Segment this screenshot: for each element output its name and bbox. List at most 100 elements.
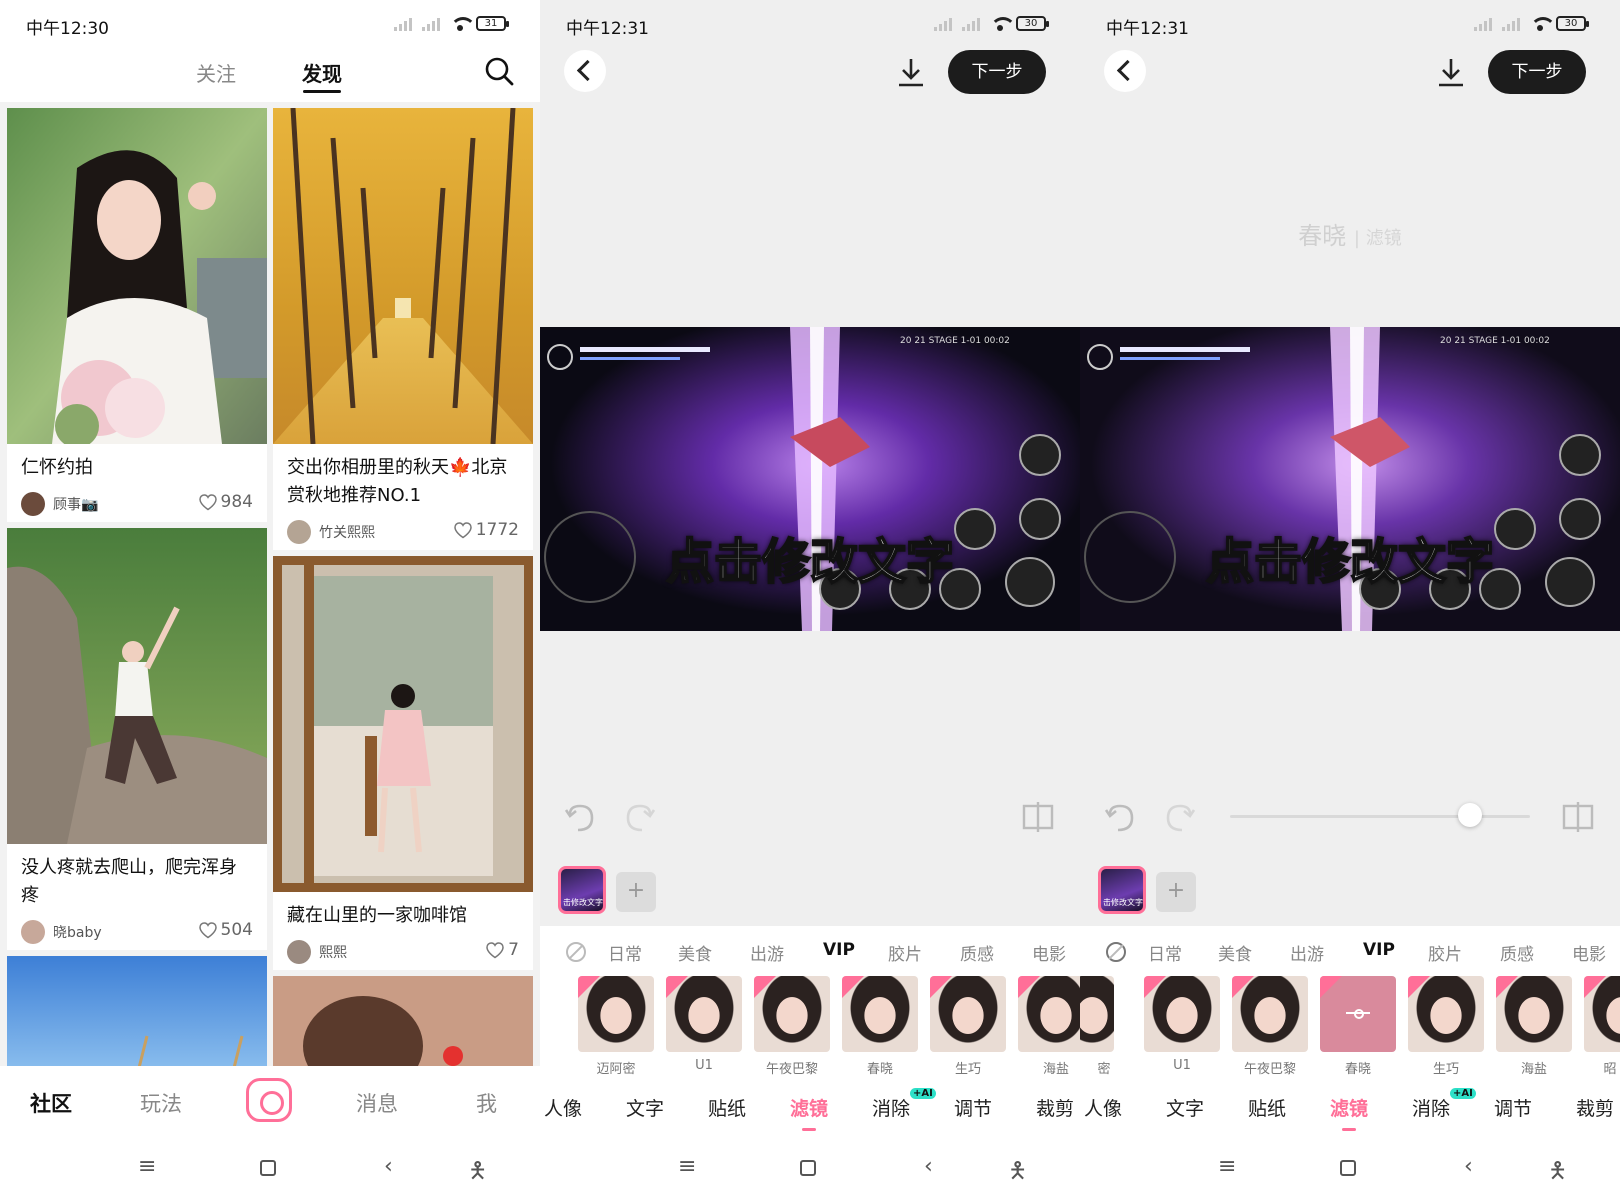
- video-caption[interactable]: 点击修改文字: [540, 522, 1080, 592]
- heart-icon[interactable]: [486, 941, 504, 959]
- category-food[interactable]: 美食: [678, 940, 712, 965]
- camera-icon[interactable]: [246, 1078, 292, 1122]
- menu-icon[interactable]: ≡: [138, 1154, 156, 1179]
- back-icon[interactable]: ‹: [384, 1154, 393, 1179]
- nav-me[interactable]: 我: [476, 1088, 497, 1118]
- category-movie[interactable]: 电影: [1572, 940, 1606, 965]
- filter-thumb[interactable]: [1232, 976, 1308, 1052]
- nav-messages[interactable]: 消息: [356, 1088, 398, 1118]
- category-movie[interactable]: 电影: [1032, 940, 1066, 965]
- like-count[interactable]: 984: [198, 492, 253, 512]
- accessibility-icon[interactable]: 🯅: [1008, 1154, 1027, 1192]
- menu-icon[interactable]: ≡: [678, 1154, 696, 1179]
- category-daily[interactable]: 日常: [1148, 940, 1182, 965]
- accessibility-icon[interactable]: 🯅: [1548, 1154, 1567, 1192]
- category-travel[interactable]: 出游: [1290, 940, 1324, 965]
- feed-card[interactable]: [7, 956, 267, 1066]
- category-food[interactable]: 美食: [1218, 940, 1252, 965]
- category-texture[interactable]: 质感: [960, 940, 994, 965]
- filter-thumb[interactable]: [1408, 976, 1484, 1052]
- tool-adjust[interactable]: 调节: [954, 1094, 992, 1121]
- search-icon[interactable]: [484, 56, 514, 86]
- avatar[interactable]: [287, 520, 311, 544]
- filter-thumb[interactable]: [930, 976, 1006, 1052]
- category-vip[interactable]: VIP: [823, 940, 855, 960]
- card-author[interactable]: 熙熙: [319, 942, 347, 962]
- tab-follow[interactable]: 关注: [196, 58, 236, 87]
- undo-icon[interactable]: [564, 800, 598, 834]
- category-film[interactable]: 胶片: [1428, 940, 1462, 965]
- home-icon[interactable]: [800, 1160, 816, 1176]
- category-travel[interactable]: 出游: [750, 940, 784, 965]
- tool-erase[interactable]: 消除: [872, 1094, 910, 1121]
- tool-erase[interactable]: 消除: [1412, 1094, 1450, 1121]
- back-button[interactable]: [564, 50, 606, 92]
- discover-feed[interactable]: 仁怀约拍 顾事📷 984 没人疼就去爬山，爬完浑身疼 晓baby 504 交出你…: [0, 102, 540, 1066]
- tool-text[interactable]: 文字: [1166, 1094, 1204, 1121]
- next-button[interactable]: 下一步: [1488, 50, 1586, 94]
- redo-icon[interactable]: [622, 800, 656, 834]
- video-caption[interactable]: 点击修改文字: [1080, 522, 1620, 592]
- filter-intensity-slider[interactable]: [1458, 803, 1482, 827]
- redo-icon[interactable]: [1162, 800, 1196, 834]
- category-daily[interactable]: 日常: [608, 940, 642, 965]
- back-button[interactable]: [1104, 50, 1146, 92]
- like-count[interactable]: 504: [198, 920, 253, 940]
- filter-thumb-selected[interactable]: [1320, 976, 1396, 1052]
- nav-community[interactable]: 社区: [30, 1088, 72, 1118]
- filter-thumb[interactable]: [1496, 976, 1572, 1052]
- clip-thumbnail[interactable]: 击修改文字: [1098, 866, 1146, 914]
- filter-intensity-track[interactable]: [1230, 815, 1530, 818]
- tool-sticker[interactable]: 贴纸: [1248, 1094, 1286, 1121]
- filter-thumb[interactable]: [1080, 976, 1114, 1052]
- download-icon[interactable]: [896, 56, 926, 88]
- tool-text[interactable]: 文字: [626, 1094, 664, 1121]
- next-button[interactable]: 下一步: [948, 50, 1046, 94]
- feed-card[interactable]: 没人疼就去爬山，爬完浑身疼 晓baby 504: [7, 528, 267, 950]
- download-icon[interactable]: [1436, 56, 1466, 88]
- filter-thumb[interactable]: [842, 976, 918, 1052]
- tool-filter[interactable]: 滤镜: [1330, 1094, 1368, 1131]
- tool-crop[interactable]: 裁剪: [1036, 1094, 1074, 1121]
- avatar[interactable]: [21, 492, 45, 516]
- card-author[interactable]: 晓baby: [53, 922, 102, 942]
- no-filter-icon[interactable]: [566, 942, 586, 962]
- add-clip-button[interactable]: +: [1156, 872, 1196, 912]
- filter-thumb[interactable]: [1144, 976, 1220, 1052]
- feed-card[interactable]: [273, 976, 533, 1066]
- back-icon[interactable]: ‹: [1464, 1154, 1473, 1179]
- video-preview[interactable]: 20 21 STAGE 1-01 00:02 点击修改文字: [540, 327, 1080, 631]
- home-icon[interactable]: [260, 1160, 276, 1176]
- tool-adjust[interactable]: 调节: [1494, 1094, 1532, 1121]
- category-vip[interactable]: VIP: [1363, 940, 1395, 960]
- filter-thumb[interactable]: [754, 976, 830, 1052]
- back-icon[interactable]: ‹: [924, 1154, 933, 1179]
- avatar[interactable]: [21, 920, 45, 944]
- tab-discover[interactable]: 发现: [302, 58, 342, 93]
- video-preview[interactable]: 20 21 STAGE 1-01 00:02 点击修改文字: [1080, 327, 1620, 631]
- filter-thumb[interactable]: [1584, 976, 1620, 1052]
- tool-portrait[interactable]: 人像: [1084, 1094, 1122, 1121]
- card-author[interactable]: 顾事📷: [53, 494, 98, 514]
- card-author[interactable]: 竹关熙熙: [319, 522, 375, 542]
- no-filter-icon[interactable]: [1106, 942, 1126, 962]
- tool-crop[interactable]: 裁剪: [1576, 1094, 1614, 1121]
- compare-icon[interactable]: [1562, 800, 1594, 832]
- nav-play[interactable]: 玩法: [140, 1088, 182, 1118]
- compare-icon[interactable]: [1022, 800, 1054, 832]
- tool-filter[interactable]: 滤镜: [790, 1094, 828, 1131]
- feed-card[interactable]: 藏在山里的一家咖啡馆 熙熙 7: [273, 556, 533, 970]
- clip-thumbnail[interactable]: 击修改文字: [558, 866, 606, 914]
- tool-sticker[interactable]: 贴纸: [708, 1094, 746, 1121]
- home-icon[interactable]: [1340, 1160, 1356, 1176]
- add-clip-button[interactable]: +: [616, 872, 656, 912]
- heart-icon[interactable]: [453, 521, 472, 539]
- filter-thumb[interactable]: [1018, 976, 1080, 1052]
- heart-icon[interactable]: [198, 921, 217, 939]
- like-count[interactable]: 1772: [453, 520, 519, 540]
- category-texture[interactable]: 质感: [1500, 940, 1534, 965]
- avatar[interactable]: [287, 940, 311, 964]
- like-count[interactable]: 7: [486, 940, 519, 960]
- filter-thumb[interactable]: [578, 976, 654, 1052]
- feed-card[interactable]: 交出你相册里的秋天🍁北京赏秋地推荐NO.1 竹关熙熙 1772: [273, 108, 533, 550]
